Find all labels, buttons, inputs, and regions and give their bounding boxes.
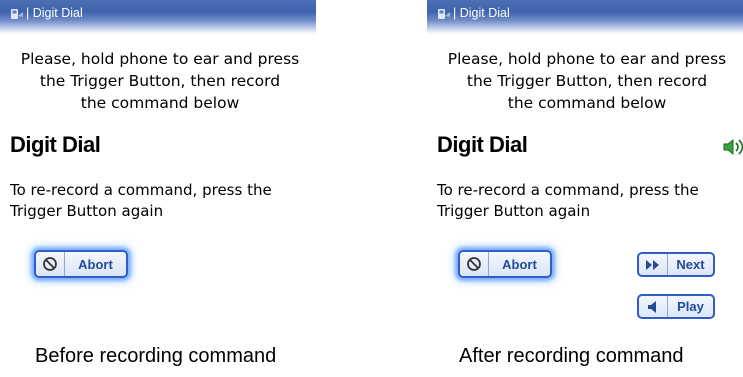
instruction-text: Please, hold phone to ear and press the … bbox=[427, 48, 743, 114]
next-label: Next bbox=[676, 257, 705, 272]
command-title: Digit Dial bbox=[10, 132, 101, 157]
next-icon-box bbox=[639, 254, 668, 275]
title-bar: | Digit Dial bbox=[427, 0, 743, 34]
title-bar: | Digit Dial bbox=[0, 0, 316, 34]
instruction-line-3: the command below bbox=[80, 94, 240, 112]
instruction-line-2: the Trigger Button, then record bbox=[39, 72, 281, 90]
play-icon-box bbox=[639, 296, 668, 317]
screen-after-recording: | Digit Dial Please, hold phone to ear a… bbox=[427, 0, 743, 330]
screen-before-recording: | Digit Dial Please, hold phone to ear a… bbox=[0, 0, 316, 330]
window-title-text: Digit Dial bbox=[32, 6, 83, 20]
abort-icon-box bbox=[460, 252, 489, 276]
fast-forward-icon bbox=[646, 259, 659, 270]
phone-icon bbox=[438, 9, 450, 19]
abort-button[interactable]: Abort bbox=[34, 250, 128, 278]
instruction-line-1: Please, hold phone to ear and press bbox=[20, 50, 300, 68]
hint-text: To re-record a command, press the Trigge… bbox=[437, 180, 743, 222]
abort-label: Abort bbox=[502, 256, 537, 272]
window-title: | Digit Dial bbox=[453, 6, 510, 20]
hint-line-1: To re-record a command, press the bbox=[10, 181, 272, 199]
instruction-text: Please, hold phone to ear and press the … bbox=[0, 48, 320, 114]
command-title: Digit Dial bbox=[437, 132, 528, 157]
window-title-text: Digit Dial bbox=[459, 6, 510, 20]
caption-after: After recording command bbox=[459, 345, 684, 367]
next-button[interactable]: Next bbox=[637, 252, 715, 277]
window-title: | Digit Dial bbox=[26, 6, 83, 20]
hint-text: To re-record a command, press the Trigge… bbox=[10, 180, 330, 222]
hint-line-2: Trigger Button again bbox=[437, 202, 591, 220]
abort-icon-box bbox=[36, 252, 65, 276]
speaker-icon bbox=[648, 300, 656, 313]
play-label: Play bbox=[677, 299, 704, 314]
prohibited-icon bbox=[43, 257, 57, 271]
abort-button[interactable]: Abort bbox=[458, 250, 552, 278]
hint-line-1: To re-record a command, press the bbox=[437, 181, 699, 199]
prohibited-icon bbox=[467, 257, 481, 271]
caption-before: Before recording command bbox=[35, 345, 277, 367]
phone-icon bbox=[11, 9, 23, 19]
instruction-line-2: the Trigger Button, then record bbox=[466, 72, 708, 90]
hint-line-2: Trigger Button again bbox=[10, 202, 164, 220]
instruction-line-1: Please, hold phone to ear and press bbox=[447, 50, 727, 68]
speaker-volume-icon bbox=[723, 138, 743, 156]
play-button[interactable]: Play bbox=[637, 294, 715, 319]
abort-label: Abort bbox=[78, 256, 113, 272]
instruction-line-3: the command below bbox=[507, 94, 667, 112]
